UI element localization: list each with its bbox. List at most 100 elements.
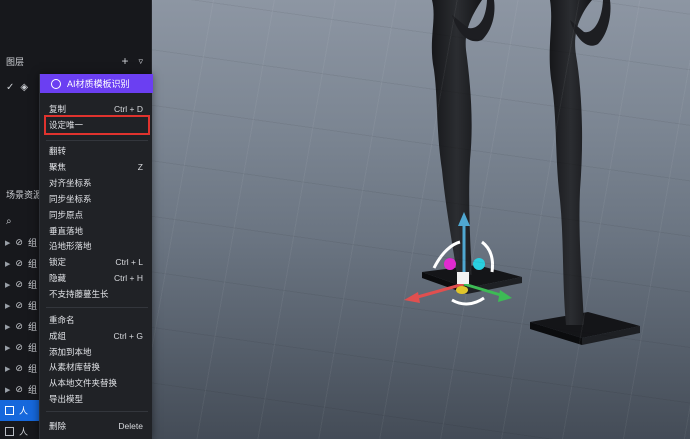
tree-row[interactable]: 人 <box>0 421 40 439</box>
menu-item-label: 垂直落地 <box>49 226 84 236</box>
statue-base-1 <box>422 265 522 288</box>
caret-right-icon[interactable]: ▶ <box>5 365 10 373</box>
group-icon: ⊘ <box>15 384 23 394</box>
menu-item-label: 成组 <box>49 331 67 341</box>
menu-item-replace-library[interactable]: 从素材库替换 <box>40 359 153 375</box>
tree-row-label: 组 <box>27 280 37 290</box>
scene-tree: ▶ ⊘ 组 ▶ ⊘ 组 ▶ ⊘ 组 ▶ ⊘ 组 ▶ ⊘ 组 ▶ ⊘ 组 ▶ ⊘ 组 ▶ ⊘ 组 人 人 <box>0 232 40 439</box>
search-box[interactable]: ⌕ <box>3 212 43 230</box>
menu-item-shortcut: Delete <box>118 421 143 431</box>
cube-icon <box>5 427 14 436</box>
statue-figure-2 <box>549 0 592 325</box>
menu-item-export-model[interactable]: 导出模型 <box>40 391 153 407</box>
menu-divider <box>46 307 148 308</box>
tree-row[interactable]: ▶ ⊘ 组 <box>0 379 40 400</box>
menu-item-label: 隐藏 <box>49 273 67 283</box>
ai-material-template-button[interactable]: AI材质模板识别 <box>40 74 153 93</box>
tree-row-label: 组 <box>27 385 37 395</box>
statue-base-2 <box>530 312 640 338</box>
caret-right-icon[interactable]: ▶ <box>5 302 10 310</box>
layers-title: 图层 <box>6 56 25 67</box>
menu-item-label: 翻转 <box>49 146 67 156</box>
menu-item-label: 重命名 <box>49 315 75 325</box>
menu-item-shortcut: Ctrl + D <box>113 104 143 114</box>
caret-right-icon[interactable]: ▶ <box>5 260 10 268</box>
caret-right-icon[interactable]: ▶ <box>5 386 10 394</box>
menu-item-label: 沿地形落地 <box>49 241 92 251</box>
menu-item-label: 同步坐标系 <box>49 194 92 204</box>
tree-row-label: 组 <box>27 322 37 332</box>
menu-divider <box>46 411 148 412</box>
tree-row[interactable]: ▶ ⊘ 组 <box>0 232 40 253</box>
menu-item-label: 设定唯一 <box>49 120 84 130</box>
group-icon: ⊘ <box>15 279 23 289</box>
caret-right-icon[interactable]: ▶ <box>5 323 10 331</box>
check-icon[interactable]: ✓ <box>6 82 14 93</box>
group-icon: ⊘ <box>15 321 23 331</box>
tree-row-label: 组 <box>27 343 37 353</box>
menu-item-delete[interactable]: 删除 Delete <box>40 418 153 434</box>
menu-item-replace-folder[interactable]: 从本地文件夹替换 <box>40 375 153 391</box>
menu-item-label: 同步原点 <box>49 210 84 220</box>
menu-item-drop-vertical[interactable]: 垂直落地 <box>40 223 153 239</box>
chevron-down-icon[interactable]: ▿ <box>138 56 143 67</box>
group-icon: ⊘ <box>15 363 23 373</box>
menu-item-group[interactable]: 成组 Ctrl + G <box>40 328 153 344</box>
tree-row[interactable]: ▶ ⊘ 组 <box>0 337 40 358</box>
menu-item-label: 锁定 <box>49 257 67 267</box>
caret-right-icon[interactable]: ▶ <box>5 281 10 289</box>
tree-row[interactable]: ▶ ⊘ 组 <box>0 316 40 337</box>
tree-row[interactable]: ▶ ⊘ 组 <box>0 358 40 379</box>
context-menu: AI材质模板识别 复制 Ctrl + D 设定唯一 翻转 聚焦 Z 对齐坐标系 同… <box>39 74 153 439</box>
statue-figure-1 <box>431 0 482 275</box>
group-icon: ⊘ <box>15 342 23 352</box>
tree-row[interactable]: ▶ ⊘ 组 <box>0 253 40 274</box>
ai-banner-label: AI材质模板识别 <box>67 79 130 89</box>
plus-icon[interactable]: + <box>121 54 128 68</box>
menu-item-hide[interactable]: 隐藏 Ctrl + H <box>40 270 153 286</box>
tree-row-selected[interactable]: 人 <box>0 400 40 421</box>
menu-item-label: 从本地文件夹替换 <box>49 378 118 388</box>
scene-canvas[interactable] <box>152 0 690 439</box>
menu-item-flip[interactable]: 翻转 <box>40 143 153 159</box>
tree-row-label: 组 <box>27 238 37 248</box>
menu-item-label: 对齐坐标系 <box>49 178 92 188</box>
menu-item-no-vine-growth[interactable]: 不支持藤蔓生长 <box>40 286 153 302</box>
menu-item-make-unique[interactable]: 设定唯一 <box>44 115 150 135</box>
menu-item-label: 聚焦 <box>49 162 67 172</box>
menu-item-rename[interactable]: 重命名 <box>40 312 153 328</box>
caret-right-icon[interactable]: ▶ <box>5 344 10 352</box>
menu-item-shortcut: Z <box>137 162 143 172</box>
caret-right-icon[interactable]: ▶ <box>5 239 10 247</box>
group-icon: ⊘ <box>15 237 23 247</box>
tree-row-label: 组 <box>27 364 37 374</box>
group-icon: ⊘ <box>15 258 23 268</box>
menu-item-sync-origin[interactable]: 同步原点 <box>40 207 153 223</box>
tree-row[interactable]: ▶ ⊘ 组 <box>0 274 40 295</box>
menu-item-sync-axis[interactable]: 同步坐标系 <box>40 191 153 207</box>
menu-item-shortcut: Ctrl + L <box>115 257 143 267</box>
ai-icon <box>51 78 61 89</box>
tree-row-label: 组 <box>27 259 37 269</box>
layer-row[interactable]: ✓ ◈ <box>0 78 40 96</box>
cube-icon <box>5 406 14 415</box>
menu-item-label: 导出模型 <box>49 394 84 404</box>
menu-item-shortcut: Ctrl + H <box>113 273 143 283</box>
tree-row-label: 人 <box>19 406 29 416</box>
3d-viewport[interactable] <box>152 0 690 439</box>
tree-row[interactable]: ▶ ⊘ 组 <box>0 295 40 316</box>
menu-item-lock[interactable]: 锁定 Ctrl + L <box>40 254 153 270</box>
menu-item-focus[interactable]: 聚焦 Z <box>40 159 153 175</box>
menu-item-align-axis[interactable]: 对齐坐标系 <box>40 175 153 191</box>
menu-item-label: 复制 <box>49 104 67 114</box>
menu-item-label: 不支持藤蔓生长 <box>49 289 109 299</box>
group-icon: ⊘ <box>15 300 23 310</box>
menu-item-drop-terrain[interactable]: 沿地形落地 <box>40 238 153 254</box>
layers-icon: ◈ <box>20 81 29 93</box>
tree-row-label: 人 <box>19 427 29 437</box>
search-icon[interactable]: ⌕ <box>6 216 12 227</box>
menu-item-add-local[interactable]: 添加到本地 <box>40 344 153 360</box>
menu-item-copy[interactable]: 复制 Ctrl + D <box>40 101 153 117</box>
menu-item-shortcut: Ctrl + G <box>113 331 143 341</box>
transform-gizmo[interactable] <box>404 212 512 306</box>
